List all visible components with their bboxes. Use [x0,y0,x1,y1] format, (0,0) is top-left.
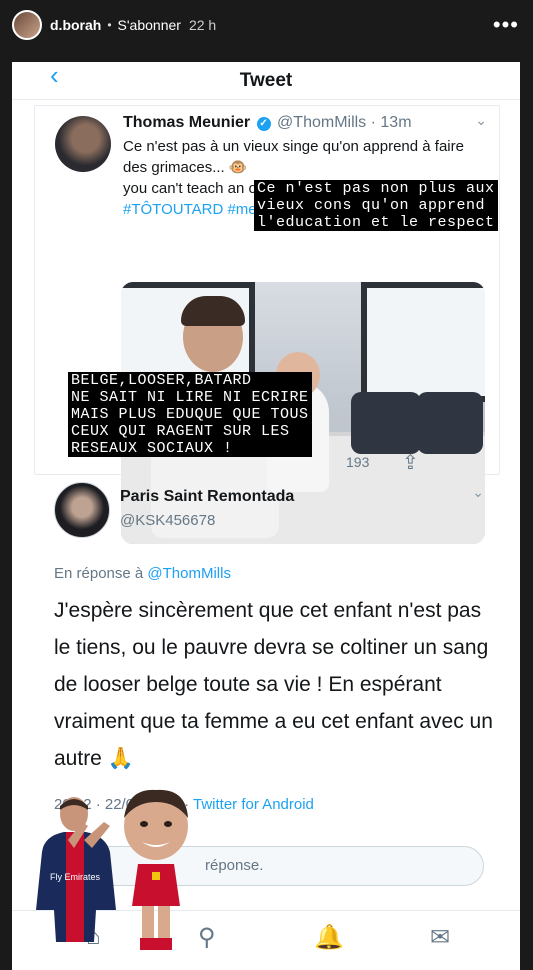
tweet-menu-chevron-icon[interactable]: ⌄ [475,112,487,129]
story-time: 22 h [188,17,217,33]
verified-badge-icon: ✓ [256,117,271,131]
story-avatar[interactable] [12,10,42,40]
psg-jersey-text: Fly Emirates [50,872,101,882]
story-text-overlay-right[interactable]: Ce n'est pas non plus aux vieux cons qu'… [254,180,498,231]
photo-window-right [361,282,485,402]
photo-cushion-left [351,392,421,454]
reply-source[interactable]: Twitter for Android [193,796,314,813]
story-username[interactable]: d.borah [50,17,101,33]
in-reply-prefix: En réponse à [54,565,144,582]
reply-text: J'espère sincèrement que cet enfant n'es… [54,599,493,770]
more-dots-icon[interactable]: ••• [493,12,519,38]
messages-icon[interactable]: ✉ [430,923,450,952]
follow-button[interactable]: S'abonner [118,17,181,33]
page-title: Tweet [239,69,293,91]
in-reply-to: En réponse à @ThomMills [54,565,231,582]
in-reply-handle[interactable]: @ThomMills [147,565,231,582]
photo-man-hair [181,296,245,326]
tweet-author-name[interactable]: Thomas Meunier [123,114,250,131]
search-icon[interactable]: ⚲ [198,923,216,952]
story-text-overlay-left[interactable]: BELGE,LOOSER,BATARD NE SAIT NI LIRE NI E… [68,372,312,457]
back-arrow-icon[interactable]: ‹ [50,62,59,88]
tweet-actions: 193 ⇪ [98,452,462,474]
tweet-text-line1: Ce n'est pas à un vieux singe qu'on appr… [123,138,464,176]
tweet-author-avatar[interactable] [55,116,111,172]
story-header: d.borah • S'abonner 22 h ••• [0,0,533,50]
reply-menu-chevron-icon[interactable]: ⌄ [472,484,484,501]
tweet-like-count[interactable]: 193 [346,454,369,470]
psg-player-sticker[interactable]: Fly Emirates [34,792,126,950]
reply-author-avatar[interactable] [54,482,110,538]
belgium-player-sticker[interactable] [120,788,192,956]
reply-author-handle[interactable]: @KSK456678 [120,512,215,529]
notifications-icon[interactable]: 🔔 [314,923,344,952]
share-icon[interactable]: ⇪ [402,450,419,475]
reply-author-name[interactable]: Paris Saint Remontada [120,488,294,506]
twitter-topbar: ‹ Tweet [12,62,520,100]
tweet-author-line: Thomas Meunier ✓ @ThomMills · 13m [123,114,412,132]
photo-cushion-right [417,392,483,454]
tweet-author-handle[interactable]: @ThomMills · 13m [277,114,411,131]
separator-dot: • [107,18,112,32]
